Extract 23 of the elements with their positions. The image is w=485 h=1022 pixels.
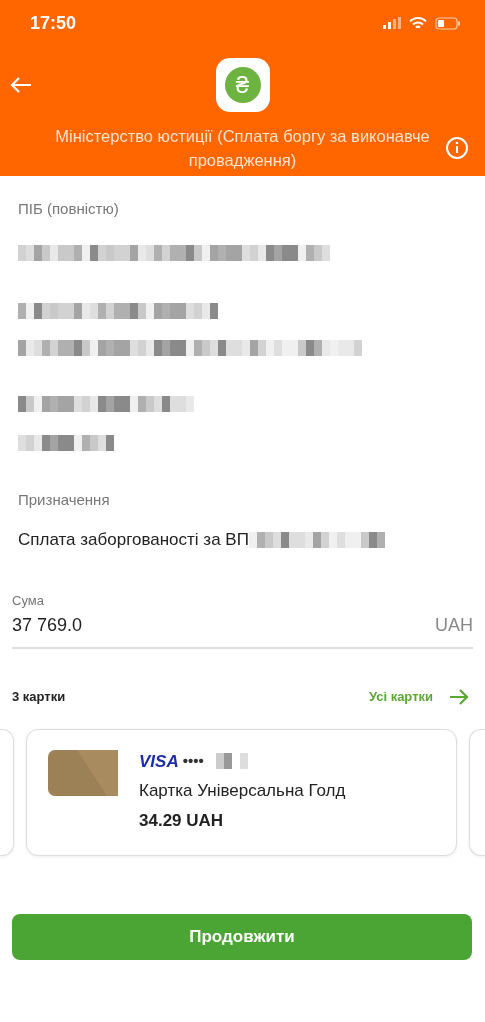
back-arrow-icon[interactable] <box>10 76 32 94</box>
card-tile[interactable]: VISA •••• Картка Універсальна Голд 34.29 UAH <box>26 728 457 856</box>
field-label: Призначення <box>18 489 111 510</box>
card-mask: •••• <box>182 751 204 771</box>
card-balance: 34.29 UAH <box>139 809 225 832</box>
amount-label: Сума <box>12 591 45 610</box>
battery-icon <box>435 16 461 30</box>
card-tile[interactable] <box>469 728 485 856</box>
status-time: 17:50 <box>30 11 77 35</box>
cards-count: 3 картки <box>12 688 66 706</box>
field-label: ПІБ (повністю) <box>18 199 120 219</box>
wifi-icon <box>409 16 427 30</box>
card-name: Картка Універсальна Голд <box>139 780 346 802</box>
info-icon[interactable] <box>445 136 469 160</box>
amount-field[interactable]: 37 769.0 UAH <box>12 612 473 649</box>
visa-logo: VISA <box>139 750 179 773</box>
header-title: Міністерство юстиції (Сплата боргу за виконавче провадження) <box>54 126 431 171</box>
card-image-icon <box>47 748 119 799</box>
arrow-right-icon <box>449 688 469 705</box>
signal-icon <box>383 17 401 29</box>
hryvnia-icon: ₴ <box>224 67 261 103</box>
field-value: Сплата заборгованості за ВП <box>18 529 249 551</box>
card-tile[interactable] <box>0 728 14 856</box>
